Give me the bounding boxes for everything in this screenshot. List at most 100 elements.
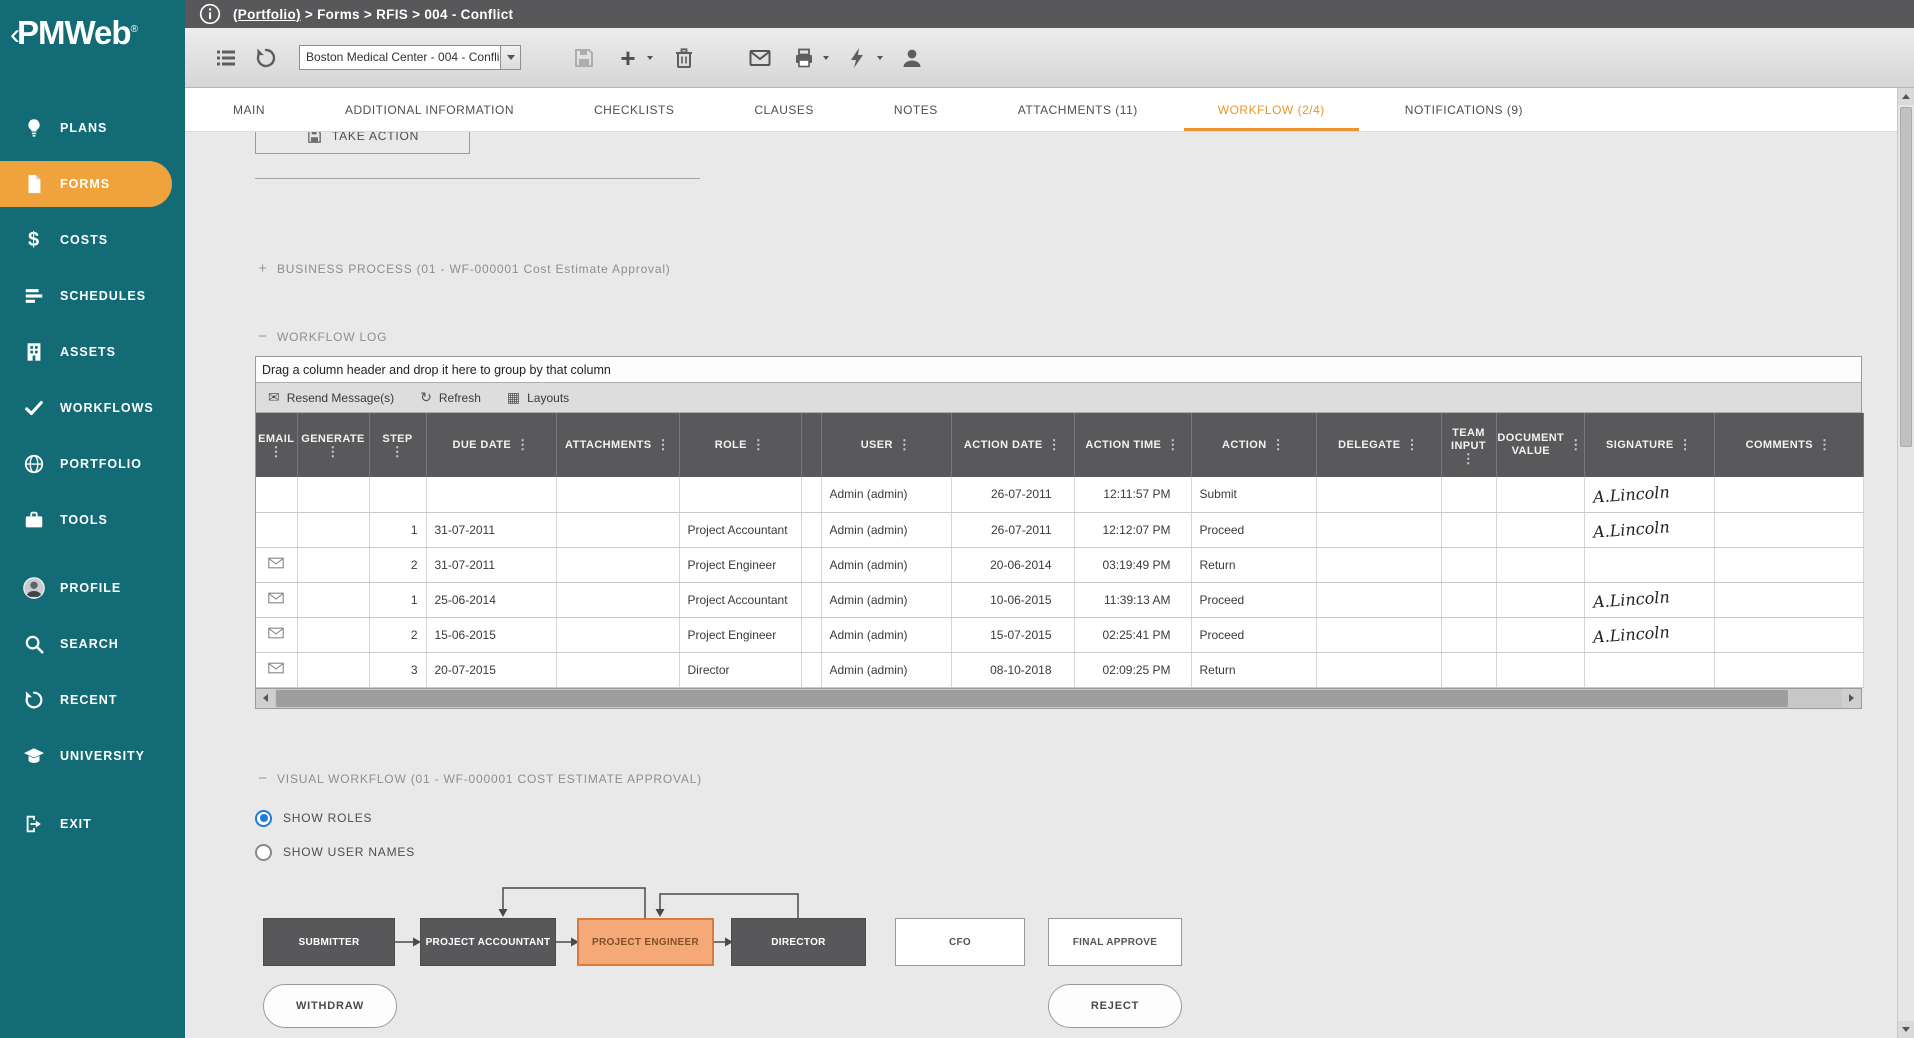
workflow-log-row[interactable]: 320-07-2015DirectorAdmin (admin)08-10-20… xyxy=(256,652,1863,687)
radio-option-show-roles[interactable]: SHOW ROLES xyxy=(255,804,415,832)
history-icon[interactable] xyxy=(251,43,281,73)
workflow-node-director[interactable]: DIRECTOR xyxy=(731,918,866,966)
vertical-scrollbar[interactable] xyxy=(1897,88,1914,1038)
resend-message-s-button[interactable]: ✉Resend Message(s) xyxy=(268,389,394,406)
workflow-node-project-accountant[interactable]: PROJECT ACCOUNTANT xyxy=(420,918,556,966)
column-header-delegate[interactable]: DELEGATE⋮ xyxy=(1316,413,1441,477)
scrollbar-track[interactable] xyxy=(275,689,1842,708)
sidebar-item-search[interactable]: SEARCH xyxy=(0,616,185,672)
refresh-button[interactable]: ↻Refresh xyxy=(420,389,481,406)
workflow-log-row[interactable]: 125-06-2014Project AccountantAdmin (admi… xyxy=(256,582,1863,617)
lightning-menu-caret-icon[interactable] xyxy=(875,54,885,62)
tab-workflow-2-4[interactable]: WORKFLOW (2/4) xyxy=(1178,88,1365,131)
scrollbar-thumb[interactable] xyxy=(276,690,1788,707)
sidebar-item-assets[interactable]: ASSETS xyxy=(0,324,185,380)
column-header-action[interactable]: ACTION⋮ xyxy=(1191,413,1316,477)
column-menu-icon[interactable]: ⋮ xyxy=(1166,440,1179,450)
column-menu-icon[interactable]: ⋮ xyxy=(1569,440,1582,450)
add-menu-caret-icon[interactable] xyxy=(645,54,655,62)
column-header-comments[interactable]: COMMENTS⋮ xyxy=(1714,413,1863,477)
workflow-log-row[interactable]: Admin (admin)26-07-201112:11:57 PMSubmit… xyxy=(256,477,1863,512)
column-menu-icon[interactable]: ⋮ xyxy=(391,447,404,457)
tab-notes[interactable]: NOTES xyxy=(854,88,978,131)
column-menu-icon[interactable]: ⋮ xyxy=(898,440,911,450)
collapse-icon[interactable]: − xyxy=(257,773,269,785)
sidebar-item-plans[interactable]: PLANS xyxy=(0,100,185,156)
mail-icon[interactable] xyxy=(745,43,775,73)
info-icon[interactable] xyxy=(199,3,221,25)
group-by-drop-zone[interactable]: Drag a column header and drop it here to… xyxy=(256,357,1861,383)
workflow-node-final-approve[interactable]: FINAL APPROVE xyxy=(1048,918,1182,966)
workflow-log-section-header[interactable]: − WORKFLOW LOG xyxy=(257,330,387,344)
column-menu-icon[interactable]: ⋮ xyxy=(1818,440,1831,450)
tab-additional-information[interactable]: ADDITIONAL INFORMATION xyxy=(305,88,554,131)
workflow-log-row[interactable]: 231-07-2011Project EngineerAdmin (admin)… xyxy=(256,547,1863,582)
scrollbar-thumb[interactable] xyxy=(1900,107,1912,447)
radio-option-show-user-names[interactable]: SHOW USER NAMES xyxy=(255,838,415,866)
column-header-document-value[interactable]: DOCUMENT VALUE⋮ xyxy=(1496,413,1584,477)
list-icon[interactable] xyxy=(211,43,241,73)
scroll-left-icon[interactable] xyxy=(256,689,275,708)
column-menu-icon[interactable]: ⋮ xyxy=(657,440,670,450)
column-menu-icon[interactable]: ⋮ xyxy=(752,440,765,450)
column-header-role[interactable]: ROLE⋮ xyxy=(679,413,801,477)
scroll-right-icon[interactable] xyxy=(1842,689,1861,708)
sidebar-item-profile[interactable]: PROFILE xyxy=(0,560,185,616)
business-process-section-header[interactable]: + BUSINESS PROCESS (01 - WF-000001 Cost … xyxy=(257,262,671,276)
column-menu-icon[interactable]: ⋮ xyxy=(1272,440,1285,450)
tab-main[interactable]: MAIN xyxy=(193,88,305,131)
sidebar-item-exit[interactable]: EXIT xyxy=(0,796,185,852)
save-icon[interactable] xyxy=(569,43,599,73)
sidebar-item-portfolio[interactable]: PORTFOLIO xyxy=(0,436,185,492)
sidebar-item-workflows[interactable]: WORKFLOWS xyxy=(0,380,185,436)
scroll-up-icon[interactable] xyxy=(1898,88,1914,105)
sidebar-item-schedules[interactable]: SCHEDULES xyxy=(0,268,185,324)
tab-attachments-11[interactable]: ATTACHMENTS (11) xyxy=(978,88,1178,131)
print-icon[interactable] xyxy=(789,43,819,73)
sidebar-item-university[interactable]: UNIVERSITY xyxy=(0,728,185,784)
column-menu-icon[interactable]: ⋮ xyxy=(1679,440,1692,450)
column-menu-icon[interactable]: ⋮ xyxy=(516,440,529,450)
workflow-node-submitter[interactable]: SUBMITTER xyxy=(263,918,395,966)
column-header-step[interactable]: STEP⋮ xyxy=(369,413,426,477)
add-icon[interactable]: + xyxy=(613,43,643,73)
column-header-signature[interactable]: SIGNATURE⋮ xyxy=(1584,413,1714,477)
layouts-button[interactable]: ▦Layouts xyxy=(507,389,569,406)
workflow-node-cfo[interactable]: CFO xyxy=(895,918,1025,966)
visual-workflow-section-header[interactable]: − VISUAL WORKFLOW (01 - WF-000001 COST E… xyxy=(257,772,702,786)
delete-icon[interactable] xyxy=(669,43,699,73)
column-header-due-date[interactable]: DUE DATE⋮ xyxy=(426,413,556,477)
withdraw-button[interactable]: WITHDRAW xyxy=(263,984,397,1028)
workflow-log-row[interactable]: 215-06-2015Project EngineerAdmin (admin)… xyxy=(256,617,1863,652)
print-menu-caret-icon[interactable] xyxy=(821,54,831,62)
column-header-team-input[interactable]: TEAM INPUT⋮ xyxy=(1441,413,1496,477)
tab-checklists[interactable]: CHECKLISTS xyxy=(554,88,714,131)
column-header-action-date[interactable]: ACTION DATE⋮ xyxy=(951,413,1074,477)
breadcrumb-portfolio-link[interactable]: (Portfolio) xyxy=(233,7,301,22)
sidebar-item-recent[interactable]: RECENT xyxy=(0,672,185,728)
sidebar-item-costs[interactable]: $COSTS xyxy=(0,212,185,268)
pmweb-logo[interactable]: ‹PMWeb® xyxy=(0,0,185,78)
column-menu-icon[interactable]: ⋮ xyxy=(1462,454,1475,464)
column-menu-icon[interactable]: ⋮ xyxy=(326,447,339,457)
expand-icon[interactable]: + xyxy=(257,263,269,275)
column-header-action-time[interactable]: ACTION TIME⋮ xyxy=(1074,413,1191,477)
record-selector-dropdown[interactable]: Boston Medical Center - 004 - Confli xyxy=(299,45,521,70)
sidebar-item-tools[interactable]: TOOLS xyxy=(0,492,185,548)
tab-clauses[interactable]: CLAUSES xyxy=(714,88,854,131)
column-header-user[interactable]: USER⋮ xyxy=(821,413,951,477)
column-menu-icon[interactable]: ⋮ xyxy=(1048,440,1061,450)
dropdown-arrow-icon[interactable] xyxy=(500,46,520,69)
sidebar-item-forms[interactable]: FORMS xyxy=(0,161,172,207)
column-menu-icon[interactable]: ⋮ xyxy=(1405,440,1418,450)
column-menu-icon[interactable]: ⋮ xyxy=(270,447,283,457)
take-action-button[interactable]: TAKE ACTION xyxy=(255,132,470,154)
column-header-email[interactable]: EMAIL⋮ xyxy=(256,413,297,477)
collapse-icon[interactable]: − xyxy=(257,331,269,343)
workflow-log-row[interactable]: 131-07-2011Project AccountantAdmin (admi… xyxy=(256,512,1863,547)
column-header-attachments[interactable]: ATTACHMENTS⋮ xyxy=(556,413,679,477)
lightning-icon[interactable] xyxy=(843,43,873,73)
workflow-node-project-engineer[interactable]: PROJECT ENGINEER xyxy=(577,918,714,966)
scroll-down-icon[interactable] xyxy=(1898,1021,1914,1038)
reject-button[interactable]: REJECT xyxy=(1048,984,1182,1028)
